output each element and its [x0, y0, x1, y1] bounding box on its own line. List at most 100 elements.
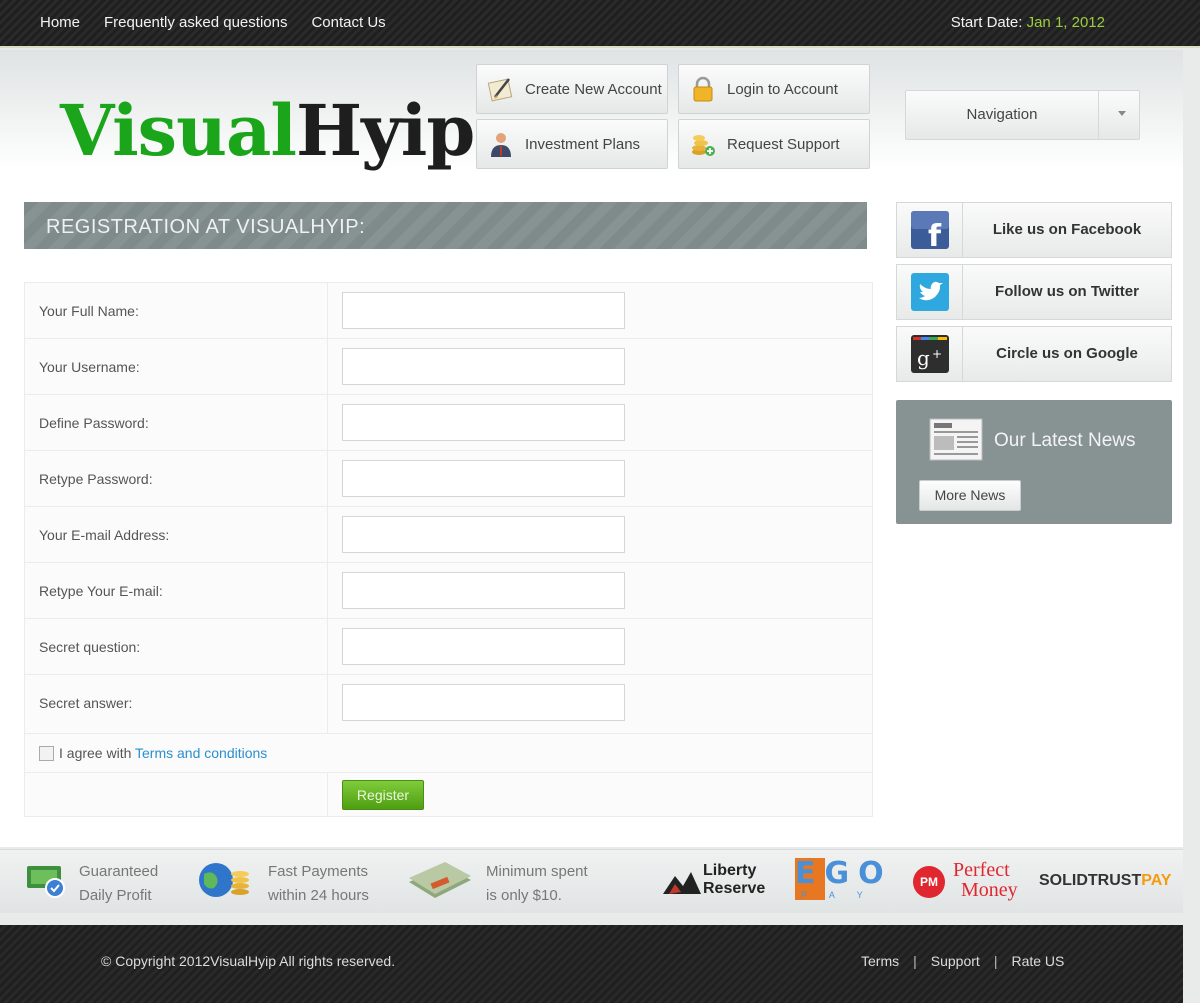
navigation-separator: [1098, 91, 1099, 139]
liberty-reserve-mark-icon: [663, 872, 701, 894]
logo-part-visual: Visual: [60, 89, 297, 172]
request-support-button[interactable]: Request Support: [678, 119, 870, 169]
register-button[interactable]: Register: [342, 780, 424, 810]
feature-line: is only $10.: [486, 887, 562, 904]
retype-email-input[interactable]: [342, 572, 625, 609]
secret-question-input[interactable]: [342, 628, 625, 665]
form-row-retype-password: Retype Password:: [25, 451, 872, 507]
solidtrust-pay-text: PAY: [1141, 872, 1172, 889]
start-date-label: Start Date:: [950, 14, 1023, 31]
footer-rate-link[interactable]: Rate US: [1011, 953, 1064, 969]
investment-plans-label: Investment Plans: [525, 135, 641, 153]
facebook-label: Like us on Facebook: [992, 221, 1142, 238]
nav-home-link[interactable]: Home: [40, 14, 80, 31]
retype-password-input[interactable]: [342, 460, 625, 497]
egopay-text: EGO: [795, 856, 893, 891]
svg-text:g: g: [917, 346, 930, 370]
businessman-icon: [487, 130, 515, 158]
liberty-line-2: Reserve: [703, 880, 766, 897]
footer-links: Terms | Support | Rate US: [861, 953, 1064, 969]
registration-title: REGISTRATION AT VISUALHYIP:: [46, 216, 366, 238]
column-divider: [327, 451, 328, 506]
column-divider: [327, 283, 328, 338]
facebook-button[interactable]: f Like us on Facebook: [896, 202, 1172, 258]
login-account-label: Login to Account: [727, 80, 838, 98]
feature-minimum-spent: Minimum spent is only $10.: [486, 860, 588, 908]
login-account-button[interactable]: Login to Account: [678, 64, 870, 114]
retype-email-label: Retype Your E-mail:: [39, 583, 163, 599]
form-row-username: Your Username:: [25, 339, 872, 395]
footer-terms-link[interactable]: Terms: [861, 953, 899, 969]
full-name-label: Your Full Name:: [39, 303, 139, 319]
feature-line: Guaranteed: [79, 863, 159, 880]
twitter-icon-box: [897, 265, 963, 319]
agree-checkbox[interactable]: [39, 746, 54, 761]
full-name-input[interactable]: [342, 292, 625, 329]
top-bar: Home Frequently asked questions Contact …: [0, 0, 1200, 48]
nav-contact-link[interactable]: Contact Us: [311, 14, 385, 31]
password-input[interactable]: [342, 404, 625, 441]
latest-news-box: Our Latest News More News: [896, 400, 1172, 524]
newspaper-icon: [929, 418, 983, 461]
column-divider: [327, 675, 328, 733]
top-nav: Home Frequently asked questions Contact …: [40, 14, 386, 31]
facebook-icon-box: f: [897, 203, 963, 257]
create-account-button[interactable]: Create New Account: [476, 64, 668, 114]
feature-line: Fast Payments: [268, 863, 369, 880]
username-input[interactable]: [342, 348, 625, 385]
copyright-text: © Copyright 2012VisualHyip All rights re…: [101, 953, 396, 969]
footer-support-link[interactable]: Support: [931, 953, 980, 969]
svg-text:+: +: [932, 347, 942, 361]
feature-line: within 24 hours: [268, 887, 369, 904]
secret-answer-label: Secret answer:: [39, 695, 133, 711]
perfect-money-badge: PM: [913, 866, 945, 898]
investment-plans-button[interactable]: Investment Plans: [476, 119, 668, 169]
more-news-button[interactable]: More News: [919, 480, 1021, 511]
footer-separator: |: [913, 953, 917, 969]
google-label: Circle us on Google: [996, 345, 1138, 362]
start-date: Start Date: Jan 1, 2012: [951, 14, 1105, 31]
twitter-button[interactable]: Follow us on Twitter: [896, 264, 1172, 320]
column-divider: [327, 339, 328, 394]
password-label: Define Password:: [39, 415, 149, 431]
email-label: Your E-mail Address:: [39, 527, 170, 543]
form-row-secret-answer: Secret answer:: [25, 675, 872, 734]
column-divider: [327, 563, 328, 618]
solidtrust-text: SOLIDTRUST: [1039, 872, 1142, 889]
svg-text:f: f: [928, 219, 942, 249]
navigation-dropdown[interactable]: Navigation: [905, 90, 1140, 140]
feature-fast-payments: Fast Payments within 24 hours: [268, 860, 369, 908]
facebook-icon: f: [910, 211, 949, 249]
site-logo[interactable]: VisualHyip: [60, 96, 475, 166]
terms-link[interactable]: Terms and conditions: [135, 745, 267, 761]
feature-line: Daily Profit: [79, 887, 152, 904]
form-row-retype-email: Retype Your E-mail:: [25, 563, 872, 619]
navigation-label: Navigation: [966, 106, 1038, 123]
column-divider: [327, 773, 328, 817]
twitter-bird-icon: [910, 273, 949, 311]
solidtrustpay-logo: SOLIDTRUSTPAY: [1039, 872, 1171, 890]
google-button[interactable]: g + Circle us on Google: [896, 326, 1172, 382]
form-row-secret-question: Secret question:: [25, 619, 872, 675]
column-divider: [327, 395, 328, 450]
agree-label: I agree with: [59, 745, 132, 761]
lock-icon: [689, 75, 717, 103]
form-row-password: Define Password:: [25, 395, 872, 451]
perfect-line-1: Perfect: [953, 859, 1010, 881]
chevron-down-icon: [1118, 111, 1126, 116]
pencil-icon: [487, 75, 515, 103]
coins-icon: [689, 130, 717, 158]
google-plus-icon-box: g +: [897, 327, 963, 381]
create-account-label: Create New Account: [525, 80, 662, 98]
secret-answer-input[interactable]: [342, 684, 625, 721]
request-support-label: Request Support: [727, 135, 840, 153]
nav-faq-link[interactable]: Frequently asked questions: [104, 14, 287, 31]
form-row-email: Your E-mail Address:: [25, 507, 872, 563]
agree-row: I agree with Terms and conditions: [25, 734, 872, 773]
agree-text: I agree with Terms and conditions: [59, 745, 267, 761]
email-input[interactable]: [342, 516, 625, 553]
registration-form: Your Full Name: Your Username: Define Pa…: [24, 282, 873, 817]
twitter-label: Follow us on Twitter: [995, 283, 1139, 300]
form-row-full-name: Your Full Name:: [25, 283, 872, 339]
globe-coins-icon: [199, 863, 249, 897]
